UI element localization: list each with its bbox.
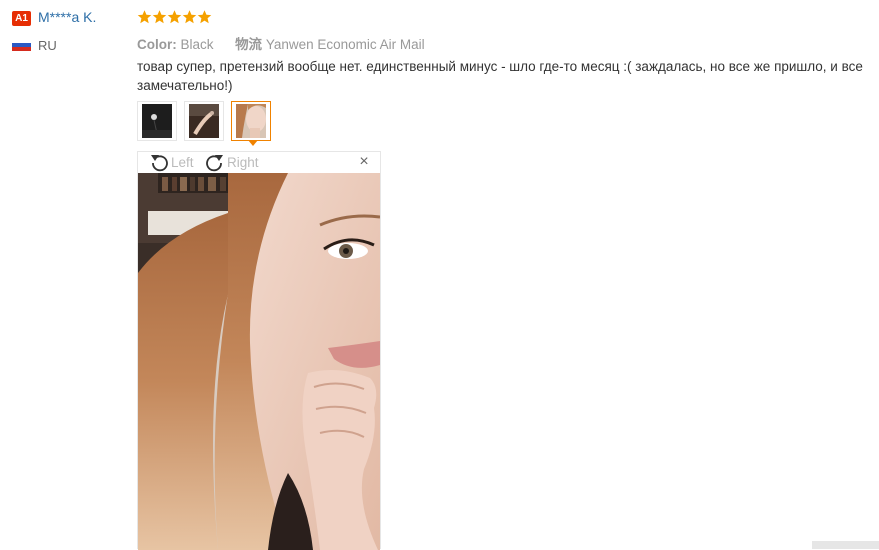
star-icon xyxy=(197,10,212,24)
photo-thumbnail[interactable] xyxy=(184,101,224,141)
buyer-level-badge: A1 xyxy=(12,11,31,26)
thumbnail-image xyxy=(189,104,219,138)
rotate-left-button[interactable]: Left xyxy=(148,152,194,173)
thumbnail-image xyxy=(142,104,172,138)
thumbnail-image xyxy=(236,104,266,138)
photo-thumbnail-active[interactable] xyxy=(231,101,271,146)
reviewer-name[interactable]: M****a K. xyxy=(38,9,96,25)
russia-flag-icon xyxy=(12,39,31,51)
order-info: Color: Black 物流 Yanwen Economic Air Mail xyxy=(137,33,425,53)
review-text: товар супер, претензий вообще нет. единс… xyxy=(137,59,863,93)
active-caret-icon xyxy=(248,140,258,146)
color-key: Color: xyxy=(137,37,177,52)
star-icon xyxy=(182,10,197,24)
review-photo xyxy=(138,173,380,550)
reviewer-country: RU xyxy=(38,38,57,53)
scrollbar-fragment[interactable] xyxy=(812,541,879,549)
star-icon xyxy=(137,10,152,24)
shipping-key: 物流 xyxy=(235,37,263,52)
rotate-right-icon xyxy=(206,154,223,171)
star-icon xyxy=(152,10,167,24)
shipping-value: Yanwen Economic Air Mail xyxy=(265,37,425,52)
star-rating xyxy=(137,9,212,25)
rotate-left-label: Left xyxy=(171,155,194,170)
star-icon xyxy=(167,10,182,24)
photo-thumbnail[interactable] xyxy=(137,101,177,141)
rotate-right-button[interactable]: Right xyxy=(204,152,259,173)
photo-viewer: Left Right × xyxy=(137,151,381,550)
review-photo-image xyxy=(138,173,380,550)
rotate-right-label: Right xyxy=(227,155,259,170)
color-value: Black xyxy=(180,37,214,52)
viewer-toolbar: Left Right × xyxy=(138,152,380,173)
rotate-left-icon xyxy=(151,154,168,171)
close-viewer-button[interactable]: × xyxy=(356,154,372,170)
